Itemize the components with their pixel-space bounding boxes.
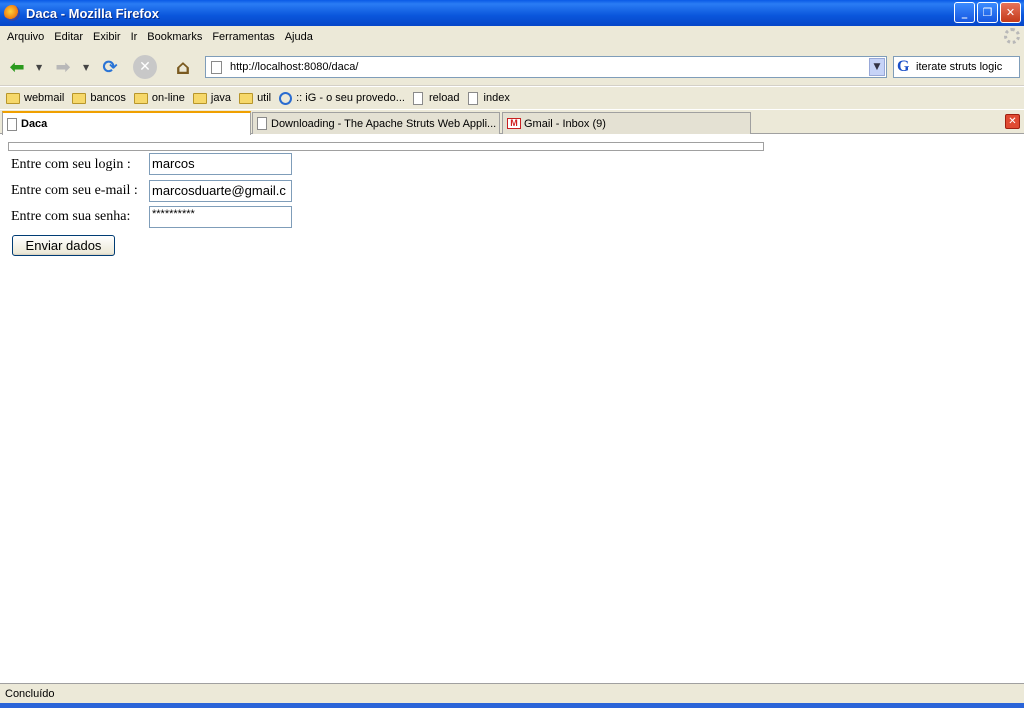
bookmark-webmail[interactable]: webmail	[6, 92, 64, 104]
stop-icon: ✕	[139, 59, 151, 75]
url-bar[interactable]: http://localhost:8080/daca/ ▼	[205, 56, 887, 78]
reload-icon: ⟳	[102, 56, 118, 78]
bookmark-label: bancos	[90, 92, 126, 104]
window-title: Daca - Mozilla Firefox	[26, 5, 159, 21]
menu-exibir[interactable]: Exibir	[88, 31, 126, 43]
bookmark-label: on-line	[151, 92, 185, 104]
menu-arquivo[interactable]: Arquivo	[2, 31, 49, 43]
login-label: Entre com seu login :	[11, 157, 131, 172]
page-content: Entre com seu login : marcos Entre com s…	[0, 135, 1024, 683]
email-input[interactable]: marcosduarte@gmail.c	[149, 180, 292, 202]
page-icon	[412, 91, 423, 105]
bookmark-label: index	[483, 92, 510, 104]
forward-button[interactable]: ➡	[50, 54, 76, 80]
window-controls: _ ❐ ✕	[954, 2, 1021, 23]
close-icon: ✕	[1008, 116, 1017, 127]
status-bar: Concluído	[0, 683, 1024, 703]
page-icon	[467, 91, 478, 105]
page-icon	[7, 117, 17, 131]
tab-apache-struts[interactable]: Downloading - The Apache Struts Web Appl…	[252, 112, 500, 134]
search-box[interactable]: G iterate struts logic	[893, 56, 1020, 78]
tab-strip: Daca Downloading - The Apache Struts Web…	[0, 110, 1024, 135]
bookmark-reload[interactable]: reload	[412, 91, 460, 105]
title-bar: Daca - Mozilla Firefox _ ❐ ✕	[0, 0, 1024, 26]
stop-button[interactable]: ✕	[133, 55, 157, 79]
folder-icon	[239, 92, 254, 104]
tab-gmail[interactable]: M Gmail - Inbox (9)	[502, 112, 751, 134]
menu-ajuda[interactable]: Ajuda	[280, 31, 318, 43]
bookmark-util[interactable]: util	[239, 92, 271, 104]
submit-button[interactable]: Enviar dados	[12, 235, 115, 256]
tab-label: Gmail - Inbox (9)	[524, 117, 606, 130]
google-search-icon[interactable]: G	[897, 59, 913, 75]
status-text: Concluído	[5, 687, 55, 700]
tab-label: Downloading - The Apache Struts Web Appl…	[271, 117, 497, 130]
empty-box	[8, 142, 764, 151]
forward-history-dropdown-icon[interactable]: ▼	[83, 63, 89, 72]
bookmark-label: :: iG - o seu provedo...	[296, 92, 405, 104]
menu-ir[interactable]: Ir	[126, 31, 143, 43]
bookmark-ig[interactable]: :: iG - o seu provedo...	[279, 91, 405, 105]
email-label: Entre com seu e-mail :	[11, 183, 138, 198]
menu-bar: Arquivo Editar Exibir Ir Bookmarks Ferra…	[0, 26, 1024, 48]
firefox-logo-icon	[4, 5, 20, 21]
url-text[interactable]: http://localhost:8080/daca/	[230, 61, 358, 73]
back-history-dropdown-icon[interactable]: ▼	[36, 63, 42, 72]
password-input[interactable]: **********	[149, 206, 292, 228]
folder-icon	[6, 92, 20, 104]
tab-label: Daca	[21, 118, 48, 130]
back-button[interactable]: ⬅	[4, 54, 30, 80]
bookmark-index[interactable]: index	[467, 91, 510, 105]
bookmark-bancos[interactable]: bancos	[72, 92, 126, 104]
menu-bookmarks[interactable]: Bookmarks	[142, 31, 207, 43]
password-label: Entre com sua senha:	[11, 209, 131, 224]
url-history-dropdown-icon[interactable]: ▼	[869, 58, 885, 76]
back-arrow-icon: ⬅	[9, 56, 25, 78]
folder-icon	[133, 92, 148, 104]
bookmark-label: reload	[428, 92, 460, 104]
restore-button[interactable]: ❐	[977, 2, 998, 23]
menu-editar[interactable]: Editar	[49, 31, 88, 43]
home-icon: ⌂	[175, 55, 191, 79]
login-input[interactable]: marcos	[149, 153, 292, 175]
reload-button[interactable]: ⟳	[97, 54, 123, 80]
bookmarks-bar: webmail bancos on-line java util :: iG -…	[0, 87, 1024, 109]
taskbar-edge	[0, 703, 1024, 708]
minimize-button[interactable]: _	[954, 2, 975, 23]
folder-icon	[192, 92, 207, 104]
close-window-button[interactable]: ✕	[1000, 2, 1021, 23]
search-input[interactable]: iterate struts logic	[916, 61, 1002, 73]
ie-icon	[279, 91, 293, 105]
home-button[interactable]: ⌂	[170, 54, 196, 80]
bookmark-label: webmail	[24, 92, 65, 104]
bookmark-label: java	[210, 92, 232, 104]
menu-ferramentas[interactable]: Ferramentas	[207, 31, 279, 43]
bookmark-java[interactable]: java	[192, 92, 232, 104]
bookmark-label: util	[257, 92, 272, 104]
bookmark-on-line[interactable]: on-line	[133, 92, 185, 104]
forward-arrow-icon: ➡	[55, 56, 71, 78]
page-icon	[211, 60, 222, 74]
gmail-icon: M	[507, 118, 521, 129]
tab-daca[interactable]: Daca	[2, 111, 251, 135]
folder-icon	[72, 92, 87, 104]
page-icon	[257, 117, 267, 130]
activity-throbber-icon	[1004, 28, 1020, 44]
close-tab-button[interactable]: ✕	[1005, 114, 1020, 129]
